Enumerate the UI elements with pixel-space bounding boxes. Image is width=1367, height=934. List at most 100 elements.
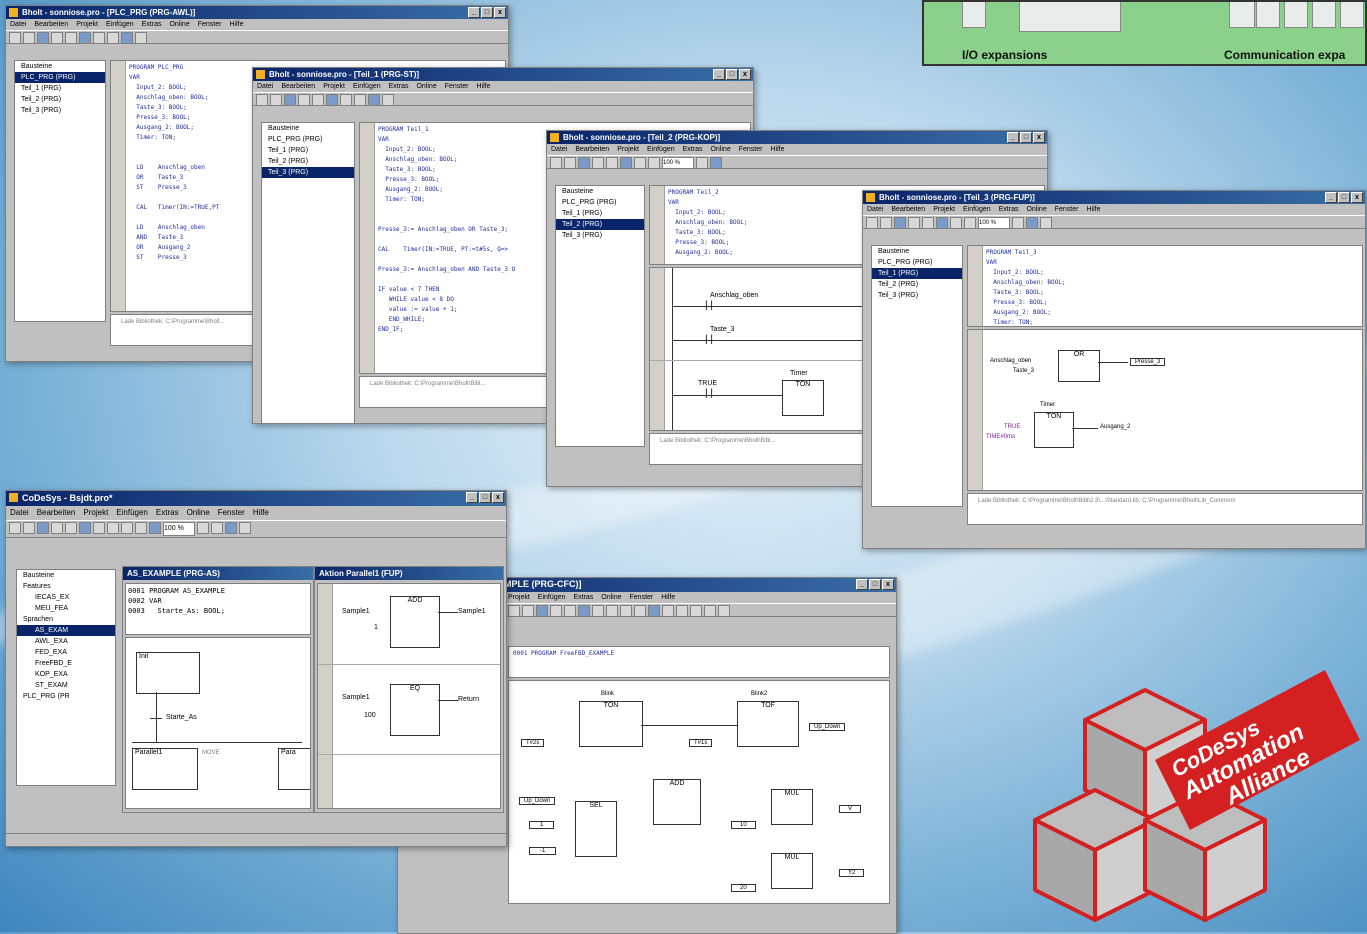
zoom-select[interactable]: 100 % bbox=[163, 522, 195, 536]
toolbar-icon[interactable] bbox=[93, 522, 105, 534]
toolbar-icon[interactable] bbox=[270, 94, 282, 106]
toolbar-icon[interactable] bbox=[340, 94, 352, 106]
tree-item[interactable]: Teil_2 (PRG) bbox=[872, 279, 962, 290]
toolbar-icon[interactable] bbox=[51, 522, 63, 534]
subwindow-title-bar[interactable]: AS_EXAMPLE (PRG-AS) bbox=[123, 567, 313, 580]
tree-item[interactable]: PLC_PRG (PRG) bbox=[556, 197, 644, 208]
mul-block[interactable]: MUL bbox=[771, 789, 813, 825]
toolbar-icon[interactable] bbox=[866, 217, 878, 229]
minimize-button[interactable]: _ bbox=[466, 492, 478, 503]
title-bar[interactable]: Bholt - sonniose.pro - [Teil_2 (PRG-KOP)… bbox=[547, 131, 1047, 144]
sfc-editor[interactable]: Init Starte_As Parallel1 MOVE Para bbox=[125, 637, 311, 809]
sfc-step[interactable]: Parallel1 bbox=[132, 748, 198, 790]
tree-item[interactable]: PLC_PRG (PRG) bbox=[872, 257, 962, 268]
toolbar-icon[interactable] bbox=[9, 522, 21, 534]
subwindow-title-bar[interactable]: Aktion Parallel1 (FUP) bbox=[315, 567, 503, 580]
toolbar-icon[interactable] bbox=[894, 217, 906, 229]
constant-input[interactable]: 20 bbox=[731, 884, 756, 892]
toolbar-icon[interactable] bbox=[135, 522, 147, 534]
tree-item[interactable]: FED_EXA bbox=[17, 647, 115, 658]
toolbar-icon[interactable] bbox=[9, 32, 21, 44]
toolbar-icon[interactable] bbox=[256, 94, 268, 106]
toolbar-icon[interactable] bbox=[592, 605, 604, 617]
output-variable[interactable]: Up_Down bbox=[809, 723, 846, 731]
toolbar-icon[interactable] bbox=[550, 605, 562, 617]
minimize-button[interactable]: _ bbox=[468, 7, 480, 18]
menu-item[interactable]: Projekt bbox=[323, 81, 345, 92]
menu-item[interactable]: Projekt bbox=[617, 144, 639, 155]
toolbar-icon[interactable] bbox=[312, 94, 324, 106]
menu-item[interactable]: Bearbeiten bbox=[37, 506, 76, 520]
toolbar-icon[interactable] bbox=[23, 522, 35, 534]
tree-item[interactable]: Teil_3 (PRG) bbox=[872, 290, 962, 301]
toolbar-icon[interactable] bbox=[354, 94, 366, 106]
menu-item[interactable]: Fenster bbox=[218, 506, 245, 520]
tree-item[interactable]: ST_EXAM bbox=[17, 680, 115, 691]
tree-item[interactable]: Teil_3 (PRG) bbox=[15, 105, 105, 116]
tree-folder[interactable]: Features bbox=[17, 581, 115, 592]
timer-block[interactable]: TON bbox=[1034, 412, 1074, 448]
tree-item[interactable]: Teil_3 (PRG) bbox=[556, 230, 644, 241]
toolbar-icon[interactable] bbox=[298, 94, 310, 106]
toolbar-icon[interactable] bbox=[578, 157, 590, 169]
menu-item[interactable]: Datei bbox=[10, 506, 29, 520]
ton-block[interactable]: TON bbox=[579, 701, 643, 747]
menu-item[interactable]: Extras bbox=[683, 144, 703, 155]
toolbar-icon[interactable] bbox=[1040, 217, 1052, 229]
toolbar-icon[interactable] bbox=[107, 522, 119, 534]
tree-item[interactable]: FreeFBD_E bbox=[17, 658, 115, 669]
constant-input[interactable]: -1 bbox=[529, 847, 557, 855]
menu-item[interactable]: Einfügen bbox=[116, 506, 148, 520]
title-bar[interactable]: Bholt - sonniose.pro - [Teil_1 (PRG-ST)]… bbox=[253, 68, 753, 81]
toolbar-icon[interactable] bbox=[704, 605, 716, 617]
menu-item[interactable]: Extras bbox=[389, 81, 409, 92]
close-button[interactable]: x bbox=[1351, 192, 1363, 203]
close-button[interactable]: x bbox=[739, 69, 751, 80]
add-block[interactable]: ADD bbox=[390, 596, 440, 648]
menu-item[interactable]: Bearbeiten bbox=[891, 204, 925, 215]
menu-item[interactable]: Datei bbox=[551, 144, 567, 155]
menu-item[interactable]: Datei bbox=[10, 19, 26, 30]
minimize-button[interactable]: _ bbox=[713, 69, 725, 80]
menu-item[interactable]: Projekt bbox=[933, 204, 955, 215]
zoom-select[interactable]: 100 % bbox=[978, 217, 1010, 229]
menu-item[interactable]: Fenster bbox=[445, 81, 469, 92]
toolbar-icon[interactable] bbox=[79, 32, 91, 44]
toolbar-icon[interactable] bbox=[522, 605, 534, 617]
menu-item[interactable]: Fenster bbox=[739, 144, 763, 155]
menu-item[interactable]: Online bbox=[169, 19, 189, 30]
menu-item[interactable]: Online bbox=[187, 506, 210, 520]
input-variable[interactable]: Up_Down bbox=[519, 797, 556, 805]
sfc-step[interactable]: Para bbox=[278, 748, 310, 790]
toolbar-icon[interactable] bbox=[368, 94, 380, 106]
menu-item[interactable]: Einfügen bbox=[647, 144, 675, 155]
tree-item[interactable]: IECAS_EX bbox=[17, 592, 115, 603]
fbd-editor[interactable]: OR Anschlag_oben Taste_3 Presse_3 Timer … bbox=[967, 329, 1363, 491]
menu-item[interactable]: Extras bbox=[142, 19, 162, 30]
toolbar-icon[interactable] bbox=[121, 522, 133, 534]
toolbar-icon[interactable] bbox=[922, 217, 934, 229]
toolbar-icon[interactable] bbox=[93, 32, 105, 44]
menu-item[interactable]: Fenster bbox=[1055, 204, 1079, 215]
title-bar[interactable]: Bholt - sonniose.pro - [Teil_3 (PRG-FUP)… bbox=[863, 191, 1365, 204]
toolbar-icon[interactable] bbox=[65, 32, 77, 44]
constant-input[interactable]: T#2s bbox=[521, 739, 545, 747]
tree-item[interactable]: AWL_EXA bbox=[17, 636, 115, 647]
menu-item[interactable]: Einfügen bbox=[538, 592, 566, 603]
tree-folder[interactable]: Sprachen bbox=[17, 614, 115, 625]
maximize-button[interactable]: □ bbox=[481, 7, 493, 18]
zoom-select[interactable]: 100 % bbox=[662, 157, 694, 169]
toolbar-icon[interactable] bbox=[908, 217, 920, 229]
eq-block[interactable]: EQ bbox=[390, 684, 440, 736]
output-variable[interactable]: V bbox=[839, 805, 862, 813]
tree-item[interactable]: Teil_1 (PRG) bbox=[15, 83, 105, 94]
tree-item[interactable]: PLC_PRG (PR bbox=[17, 691, 115, 702]
tree-item[interactable]: PLC_PRG (PRG) bbox=[262, 134, 354, 145]
constant-input[interactable]: 10 bbox=[731, 821, 756, 829]
menu-item[interactable]: Extras bbox=[999, 204, 1019, 215]
tree-item[interactable]: Teil_2 (PRG) bbox=[15, 94, 105, 105]
menu-item[interactable]: Online bbox=[601, 592, 621, 603]
tree-item[interactable]: PLC_PRG (PRG) bbox=[15, 72, 105, 83]
toolbar-icon[interactable] bbox=[634, 157, 646, 169]
toolbar-icon[interactable] bbox=[211, 522, 223, 534]
